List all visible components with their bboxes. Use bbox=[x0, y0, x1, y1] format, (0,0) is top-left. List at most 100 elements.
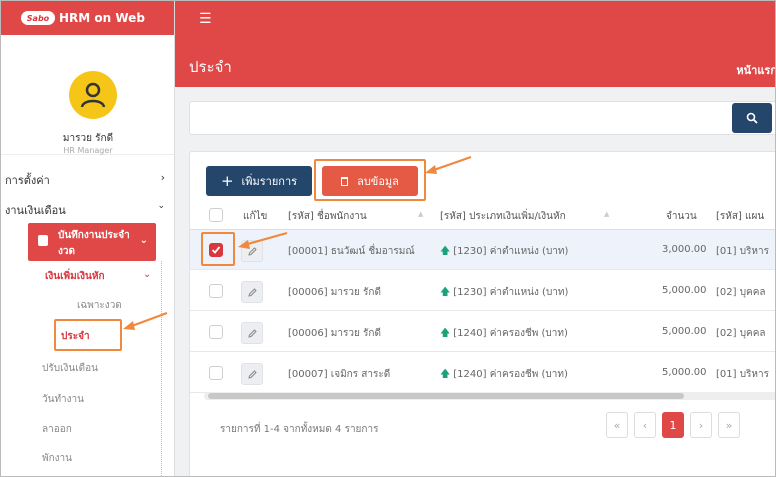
chevron-down-icon: ⌄ bbox=[157, 201, 165, 211]
tree-guide-line bbox=[161, 261, 162, 476]
row-checkbox[interactable] bbox=[209, 284, 223, 298]
chevron-down-icon: ⌄ bbox=[143, 269, 152, 280]
employee-cell: [00006] มารวย รักดี bbox=[288, 287, 381, 298]
horizontal-scrollbar[interactable] bbox=[204, 392, 775, 400]
period-record-label-line1: บันทึกงานประจำ bbox=[58, 230, 130, 241]
search-card bbox=[189, 101, 775, 135]
edit-button[interactable] bbox=[241, 281, 263, 303]
arrow-up-icon: 🡅 bbox=[440, 328, 451, 339]
type-cell: 🡅 [1240] ค่าครองชีพ (บาท) bbox=[440, 326, 568, 343]
type-cell: 🡅 [1230] ค่าตำแหน่ง (บาท) bbox=[440, 285, 568, 302]
sidebar-item-add-deduct-label: เงินเพิ่มเงินหัก bbox=[45, 271, 105, 282]
table-row[interactable]: [00006] มารวย รักดี 🡅 [1240] ค่าครองชีพ (… bbox=[190, 312, 775, 352]
plus-icon: + bbox=[220, 171, 234, 190]
add-item-button[interactable]: + เพิ่มรายการ bbox=[206, 166, 312, 196]
type-cell-text: [1230] ค่าตำแหน่ง (บาท) bbox=[453, 287, 569, 298]
user-profile: มารวย รักดี HR Manager bbox=[1, 35, 174, 155]
prev-page-button[interactable]: ‹ bbox=[634, 412, 656, 438]
department-cell: [02] บุคคล bbox=[716, 328, 766, 339]
employee-cell: [00007] เจมิกร สาระดี bbox=[288, 369, 391, 380]
sidebar-item-payroll[interactable]: งานเงินเดือน ⌄ bbox=[1, 201, 175, 219]
sort-icon[interactable]: ▲ bbox=[418, 210, 423, 218]
highlight-box-delete bbox=[314, 159, 426, 201]
next-page-button[interactable]: › bbox=[690, 412, 712, 438]
amount-cell: 5,000.00 bbox=[662, 326, 707, 337]
sidebar-item-workdays[interactable]: วันทำงาน bbox=[42, 392, 84, 407]
amount-cell: 3,000.00 bbox=[662, 244, 707, 255]
sort-icon[interactable]: ▲ bbox=[604, 210, 609, 218]
period-record-label-line2: งวด bbox=[58, 246, 75, 257]
highlight-box-recurring bbox=[54, 319, 122, 351]
app-name: HRM on Web bbox=[59, 11, 145, 25]
department-cell: [01] บริหาร bbox=[716, 369, 770, 380]
table-row[interactable]: [00007] เจมิกร สาระดี 🡅 [1240] ค่าครองชีพ… bbox=[190, 353, 775, 393]
arrow-up-icon: 🡅 bbox=[440, 369, 451, 380]
column-header-edit: แก้ไข bbox=[243, 211, 268, 222]
type-cell-text: [1240] ค่าครองชีพ (บาท) bbox=[453, 328, 568, 339]
employee-cell: [00001] ธนวัฒน์ ชื่มอารมณ์ bbox=[288, 246, 415, 257]
sidebar-item-settings-label: การตั้งค่า bbox=[5, 174, 50, 187]
chevron-down-icon: ⌄ bbox=[139, 235, 148, 246]
page-1-button[interactable]: 1 bbox=[662, 412, 684, 438]
first-page-button[interactable]: « bbox=[606, 412, 628, 438]
pagination: « ‹ 1 › » bbox=[606, 412, 762, 442]
highlight-box-checkbox bbox=[201, 232, 235, 266]
home-link[interactable]: หน้าแรก bbox=[736, 61, 775, 79]
top-bar: ☰ bbox=[175, 1, 775, 35]
add-item-label: เพิ่มรายการ bbox=[241, 175, 298, 188]
type-cell: 🡅 [1230] ค่าตำแหน่ง (บาท) bbox=[440, 244, 568, 261]
record-count-text: รายการที่ 1-4 จากทั้งหมด 4 รายการ bbox=[220, 424, 379, 435]
hamburger-menu-icon[interactable]: ☰ bbox=[199, 11, 212, 27]
table-card: + เพิ่มรายการ ลบข้อมูล แก้ไข [รหัส] ชื่อ… bbox=[189, 151, 775, 476]
brand-bar: Sabo HRM on Web bbox=[1, 1, 174, 35]
app-window: Sabo HRM on Web มารวย รักดี HR Manager ก… bbox=[0, 0, 776, 477]
user-avatar-icon[interactable] bbox=[69, 71, 117, 119]
main-content: + เพิ่มรายการ ลบข้อมูล แก้ไข [รหัส] ชื่อ… bbox=[175, 87, 775, 476]
amount-cell: 5,000.00 bbox=[662, 285, 707, 296]
sidebar-item-suspend[interactable]: พักงาน bbox=[42, 451, 72, 466]
column-header-type[interactable]: [รหัส] ประเภทเงินเพิ่ม/เงินหัก bbox=[440, 209, 566, 224]
table-header: แก้ไข [รหัส] ชื่อพนักงาน ▲ [รหัส] ประเภท… bbox=[190, 198, 775, 230]
row-checkbox[interactable] bbox=[209, 366, 223, 380]
edit-button[interactable] bbox=[241, 322, 263, 344]
select-all-checkbox[interactable] bbox=[209, 208, 223, 222]
sidebar-item-salary-adjust[interactable]: ปรับเงินเดือน bbox=[42, 361, 98, 376]
sidebar-item-resign[interactable]: ลาออก bbox=[42, 422, 72, 437]
type-cell-text: [1240] ค่าครองชีพ (บาท) bbox=[453, 369, 568, 380]
column-header-employee[interactable]: [รหัส] ชื่อพนักงาน bbox=[288, 209, 367, 224]
search-icon bbox=[746, 112, 758, 124]
sidebar-item-settings[interactable]: การตั้งค่า › bbox=[1, 171, 175, 189]
sidebar-item-payroll-label: งานเงินเดือน bbox=[5, 204, 66, 217]
edit-button[interactable] bbox=[241, 240, 263, 262]
pencil-icon bbox=[247, 369, 257, 379]
table-row[interactable]: [00006] มารวย รักดี 🡅 [1230] ค่าตำแหน่ง (… bbox=[190, 271, 775, 311]
page-title: ประจำ bbox=[189, 58, 232, 76]
pencil-icon bbox=[247, 328, 257, 338]
last-page-button[interactable]: » bbox=[718, 412, 740, 438]
type-cell-text: [1230] ค่าตำแหน่ง (บาท) bbox=[453, 246, 569, 257]
arrow-up-icon: 🡅 bbox=[440, 246, 451, 257]
department-cell: [01] บริหาร bbox=[716, 246, 770, 257]
scrollbar-thumb[interactable] bbox=[208, 393, 684, 399]
row-checkbox[interactable] bbox=[209, 325, 223, 339]
user-name: มารวย รักดี bbox=[62, 133, 114, 144]
pencil-icon bbox=[247, 246, 257, 256]
table-row[interactable]: [00001] ธนวัฒน์ ชื่มอารมณ์ 🡅 [1230] ค่าตำ… bbox=[190, 230, 775, 270]
type-cell: 🡅 [1240] ค่าครองชีพ (บาท) bbox=[440, 367, 568, 384]
document-icon bbox=[38, 235, 48, 246]
chevron-right-icon: › bbox=[160, 171, 165, 184]
arrow-up-icon: 🡅 bbox=[440, 287, 451, 298]
column-header-department[interactable]: [รหัส] แผน bbox=[716, 209, 764, 224]
brand-logo: Sabo bbox=[21, 11, 55, 25]
pencil-icon bbox=[247, 287, 257, 297]
column-header-amount[interactable]: จำนวน bbox=[666, 209, 697, 224]
sidebar-item-add-deduct[interactable]: เงินเพิ่มเงินหัก bbox=[45, 269, 105, 284]
sidebar-item-period-record[interactable]: บันทึกงานประจำ งวด ⌄ bbox=[28, 223, 156, 261]
sidebar-item-per-period[interactable]: เฉพาะงวด bbox=[77, 298, 122, 313]
edit-button[interactable] bbox=[241, 363, 263, 385]
sidebar: Sabo HRM on Web มารวย รักดี HR Manager ก… bbox=[1, 1, 175, 476]
search-button[interactable] bbox=[732, 103, 772, 133]
department-cell: [02] บุคคล bbox=[716, 287, 766, 298]
amount-cell: 5,000.00 bbox=[662, 367, 707, 378]
search-input[interactable] bbox=[192, 104, 712, 132]
